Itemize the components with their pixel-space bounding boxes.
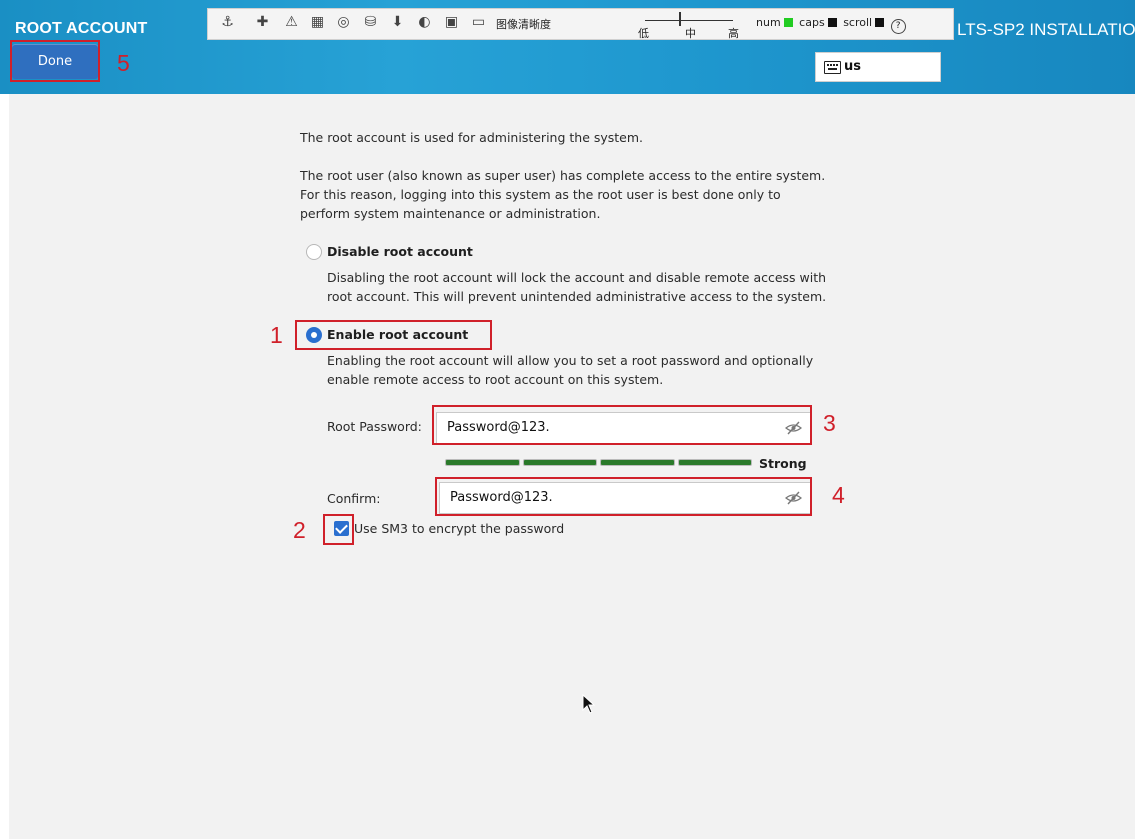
enable-root-desc: enable remote access to root account on … <box>327 372 664 387</box>
annotation-number-1: 1 <box>270 322 283 348</box>
annotation-number-4: 4 <box>832 482 845 508</box>
globe-icon[interactable]: ◐ <box>415 13 434 32</box>
move-icon[interactable]: ✚ <box>253 13 272 32</box>
keyboard-icon <box>824 61 841 74</box>
disable-root-radio[interactable] <box>306 244 322 260</box>
annotation-box-1 <box>295 320 492 350</box>
strength-segment <box>677 459 752 466</box>
password-strength-label: Strong <box>759 456 807 471</box>
remote-console-toolbar: ⚓ ✚ ⚠ ▦ ◎ ⛁ ⬇ ◐ ▣ ▭ 图像清晰度 低 中 高 num caps… <box>207 8 954 40</box>
monitor-icon[interactable]: ▭ <box>469 13 488 32</box>
annotation-box-5 <box>10 40 100 82</box>
root-account-content: The root account is used for administeri… <box>9 94 1135 839</box>
media-icon[interactable]: ▦ <box>308 13 327 32</box>
mouse-cursor-icon <box>582 694 596 714</box>
annotation-number-2: 2 <box>293 517 306 543</box>
annotation-box-2 <box>323 514 354 545</box>
disc-icon[interactable]: ◎ <box>334 13 353 32</box>
num-indicator <box>783 18 793 27</box>
slider-low-label: 低 <box>638 27 649 40</box>
usb-icon[interactable]: ⛁ <box>361 13 380 32</box>
caps-label: caps <box>799 16 825 29</box>
strength-segment <box>522 459 597 466</box>
scroll-label: scroll <box>843 16 873 29</box>
strength-segment <box>445 459 520 466</box>
image-clarity-label: 图像清晰度 <box>496 18 551 31</box>
lock-indicators: num caps scroll ? <box>756 16 906 34</box>
annotation-number-5: 5 <box>117 50 130 76</box>
root-password-label: Root Password: <box>327 419 422 434</box>
pin-icon[interactable]: ⚓ <box>218 13 237 32</box>
disable-root-desc: Disabling the root account will lock the… <box>327 270 827 285</box>
scroll-indicator <box>875 18 885 27</box>
clarity-slider-thumb[interactable] <box>679 12 681 26</box>
grid-icon[interactable]: ▣ <box>442 13 461 32</box>
help-icon[interactable]: ? <box>890 19 906 34</box>
header-bar: ROOT ACCOUNT LTS-SP2 INSTALLATION Done ⚓… <box>0 0 1135 94</box>
clarity-slider-track[interactable] <box>645 20 733 21</box>
intro-para-line: perform system maintenance or administra… <box>300 206 601 221</box>
password-strength-bar <box>445 459 752 466</box>
keyboard-layout-indicator[interactable]: us <box>815 52 941 82</box>
keyboard-layout-label: us <box>844 59 861 74</box>
intro-para-line: The root user (also known as super user)… <box>300 168 826 183</box>
intro-para-line: For this reason, logging into this syste… <box>300 187 781 202</box>
num-label: num <box>756 16 781 29</box>
disable-root-label[interactable]: Disable root account <box>327 242 473 261</box>
arrow-down-icon[interactable]: ⬇ <box>388 13 407 32</box>
annotation-box-3 <box>432 405 812 445</box>
intro-line: The root account is used for administeri… <box>300 130 644 145</box>
page-title: ROOT ACCOUNT <box>15 20 148 37</box>
annotation-number-3: 3 <box>823 410 836 436</box>
confirm-password-label: Confirm: <box>327 491 381 506</box>
slider-mid-label: 中 <box>685 27 696 40</box>
strength-segment <box>600 459 675 466</box>
installer-title: LTS-SP2 INSTALLATION <box>957 20 1135 39</box>
annotation-box-4 <box>435 477 812 516</box>
sign-icon[interactable]: ⚠ <box>282 13 301 32</box>
enable-root-desc: Enabling the root account will allow you… <box>327 353 814 368</box>
disable-root-desc: root account. This will prevent unintend… <box>327 289 827 304</box>
slider-high-label: 高 <box>728 27 739 40</box>
sm3-label[interactable]: Use SM3 to encrypt the password <box>354 519 564 538</box>
caps-indicator <box>827 18 837 27</box>
